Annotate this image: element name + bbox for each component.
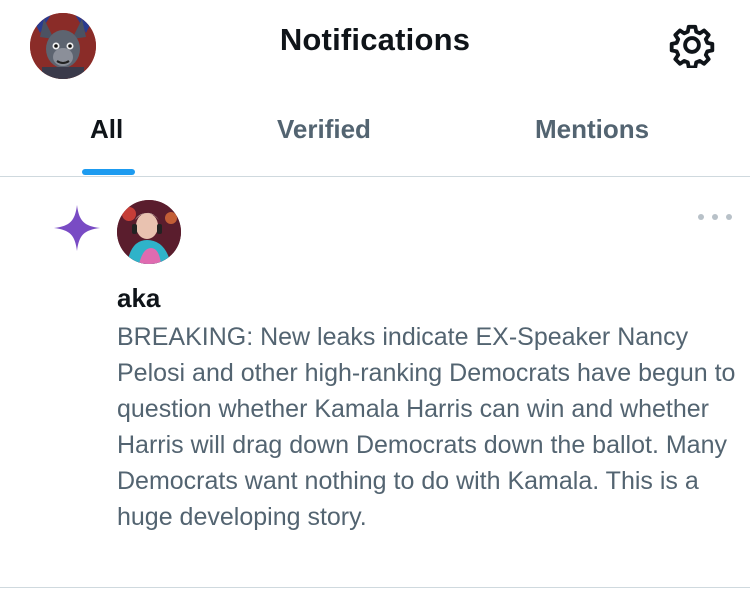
page-title: Notifications <box>279 22 471 57</box>
tab-mentions[interactable]: Mentions <box>535 114 649 145</box>
sparkle-icon <box>52 203 102 253</box>
more-options-icon[interactable] <box>698 207 732 227</box>
header: Notifications All Verified Mentions <box>0 0 750 176</box>
divider <box>0 587 750 588</box>
tab-all[interactable]: All <box>90 114 123 145</box>
notification-item[interactable]: aka BREAKING: New leaks indicate EX-Spea… <box>0 177 750 587</box>
notification-tabs: All Verified Mentions <box>0 100 750 176</box>
avatar[interactable] <box>117 200 181 264</box>
dot <box>726 214 732 220</box>
dot <box>712 214 718 220</box>
notification-text: BREAKING: New leaks indicate EX-Speaker … <box>117 323 736 531</box>
active-tab-indicator <box>82 169 135 175</box>
gear-icon[interactable] <box>669 22 715 68</box>
tab-verified[interactable]: Verified <box>277 114 371 145</box>
dot <box>698 214 704 220</box>
author-name[interactable]: aka <box>117 283 160 314</box>
